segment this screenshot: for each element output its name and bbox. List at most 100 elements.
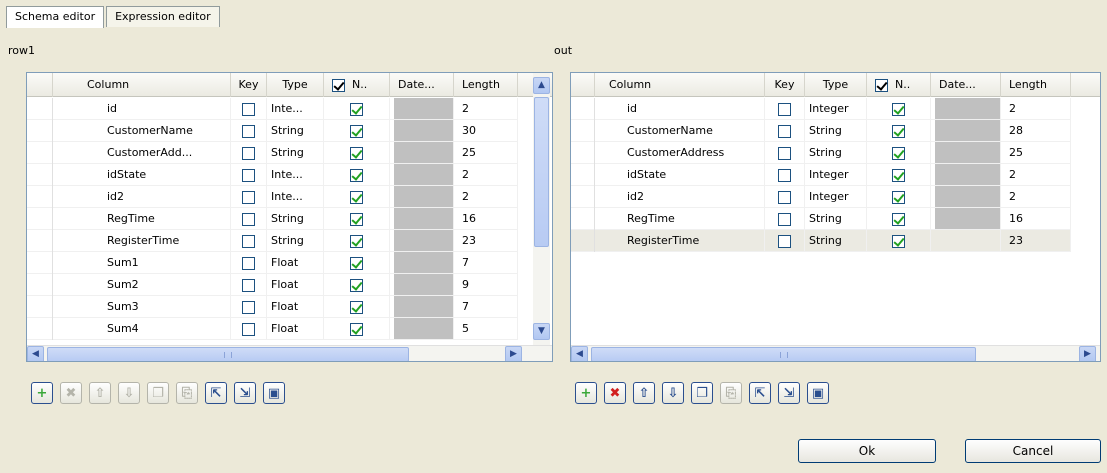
cell-key[interactable]	[231, 318, 267, 340]
cell-date-pattern[interactable]	[931, 186, 1001, 208]
cell-date-pattern[interactable]	[390, 142, 454, 164]
table-row[interactable]: id2 Inte... 2	[27, 186, 518, 208]
row-selector[interactable]	[571, 230, 595, 252]
scroll-left-icon[interactable]: ◀	[27, 346, 44, 361]
table-row[interactable]: id2 Integer 2	[571, 186, 1071, 208]
row-selector[interactable]	[27, 208, 53, 230]
left-schema-table[interactable]: Column Key Type N.. Date... Length id Int…	[26, 72, 553, 362]
cell-column-name[interactable]: idState	[53, 164, 231, 186]
cell-key[interactable]	[231, 230, 267, 252]
cell-length[interactable]: 2	[454, 164, 518, 186]
key-checkbox[interactable]	[242, 124, 255, 138]
cell-column-name[interactable]: Sum1	[53, 252, 231, 274]
cell-key[interactable]	[765, 120, 805, 142]
cell-length[interactable]: 5	[454, 318, 518, 340]
right-schema-table[interactable]: Column Key Type N.. Date... Length id Int…	[570, 72, 1101, 362]
table-row[interactable]: RegisterTime String 23	[571, 230, 1071, 252]
cell-length[interactable]: 2	[454, 186, 518, 208]
key-checkbox[interactable]	[778, 124, 791, 138]
tab-expression-editor[interactable]: Expression editor	[106, 6, 220, 28]
row-selector[interactable]	[571, 186, 595, 208]
cell-type[interactable]: String	[805, 142, 867, 164]
move-down-button[interactable]: ⇩	[662, 382, 684, 404]
cell-nullable[interactable]	[324, 252, 390, 274]
cell-type[interactable]: Float	[267, 296, 324, 318]
nullable-checkbox[interactable]	[892, 168, 905, 182]
key-checkbox[interactable]	[242, 146, 255, 160]
cell-date-pattern[interactable]	[390, 186, 454, 208]
cell-key[interactable]	[231, 98, 267, 120]
cell-column-name[interactable]: CustomerName	[53, 120, 231, 142]
nullable-checkbox[interactable]	[892, 234, 905, 248]
cell-type[interactable]: Float	[267, 274, 324, 296]
cell-type[interactable]: String	[805, 208, 867, 230]
copy-button[interactable]: ❐	[691, 382, 713, 404]
cancel-button[interactable]: Cancel	[965, 439, 1101, 463]
row-selector[interactable]	[27, 164, 53, 186]
cell-nullable[interactable]	[867, 230, 931, 252]
cell-length[interactable]: 28	[1001, 120, 1071, 142]
cell-column-name[interactable]: id2	[595, 186, 765, 208]
header-nullable[interactable]: N..	[867, 73, 931, 97]
left-vertical-scrollbar[interactable]: ▲ ▼	[533, 73, 550, 345]
cell-column-name[interactable]: CustomerAdd...	[53, 142, 231, 164]
row-selector[interactable]	[571, 142, 595, 164]
remove-row-button[interactable]: ✖	[60, 382, 82, 404]
row-selector[interactable]	[571, 120, 595, 142]
cell-type[interactable]: String	[805, 120, 867, 142]
table-row[interactable]: RegisterTime String 23	[27, 230, 518, 252]
header-type[interactable]: Type	[805, 73, 867, 97]
cell-column-name[interactable]: RegTime	[53, 208, 231, 230]
tab-schema-editor[interactable]: Schema editor	[6, 6, 105, 28]
cell-type[interactable]: Integer	[805, 98, 867, 120]
cell-type[interactable]: String	[267, 120, 324, 142]
nullable-checkbox[interactable]	[892, 190, 905, 204]
right-hscroll-thumb[interactable]	[591, 347, 976, 361]
cell-key[interactable]	[765, 208, 805, 230]
nullable-checkbox[interactable]	[892, 102, 905, 116]
table-row[interactable]: idState Inte... 2	[27, 164, 518, 186]
cell-column-name[interactable]: RegisterTime	[53, 230, 231, 252]
row-selector[interactable]	[27, 230, 53, 252]
table-row[interactable]: CustomerName String 30	[27, 120, 518, 142]
nullable-all-checkbox[interactable]	[332, 78, 345, 92]
cell-key[interactable]	[231, 164, 267, 186]
cell-column-name[interactable]: id	[53, 98, 231, 120]
header-date-pattern[interactable]: Date...	[931, 73, 1001, 97]
nullable-checkbox[interactable]	[350, 322, 363, 336]
cell-nullable[interactable]	[324, 98, 390, 120]
cell-length[interactable]: 9	[454, 274, 518, 296]
nullable-checkbox[interactable]	[350, 278, 363, 292]
cell-type[interactable]: String	[267, 208, 324, 230]
add-row-button[interactable]: +	[575, 382, 597, 404]
import-schema-button[interactable]: ⇱	[749, 382, 771, 404]
cell-nullable[interactable]	[867, 164, 931, 186]
cell-nullable[interactable]	[324, 296, 390, 318]
nullable-checkbox[interactable]	[892, 124, 905, 138]
cell-type[interactable]: Integer	[805, 164, 867, 186]
key-checkbox[interactable]	[778, 190, 791, 204]
row-selector[interactable]	[27, 296, 53, 318]
row-selector[interactable]	[571, 164, 595, 186]
cell-key[interactable]	[231, 120, 267, 142]
cell-column-name[interactable]: CustomerAddress	[595, 142, 765, 164]
paste-button[interactable]: ⎘	[176, 382, 198, 404]
cell-date-pattern[interactable]	[390, 208, 454, 230]
cell-length[interactable]: 16	[1001, 208, 1071, 230]
cell-nullable[interactable]	[324, 120, 390, 142]
key-checkbox[interactable]	[242, 300, 255, 314]
table-row[interactable]: CustomerAdd... String 25	[27, 142, 518, 164]
cell-key[interactable]	[231, 274, 267, 296]
cell-date-pattern[interactable]	[390, 274, 454, 296]
cell-type[interactable]: Float	[267, 252, 324, 274]
cell-date-pattern[interactable]	[931, 164, 1001, 186]
ok-button[interactable]: Ok	[798, 439, 936, 463]
cell-date-pattern[interactable]	[390, 318, 454, 340]
nullable-checkbox[interactable]	[350, 256, 363, 270]
paste-button[interactable]: ⎘	[720, 382, 742, 404]
table-row[interactable]: RegTime String 16	[27, 208, 518, 230]
key-checkbox[interactable]	[778, 146, 791, 160]
cell-length[interactable]: 2	[1001, 164, 1071, 186]
table-row[interactable]: Sum4 Float 5	[27, 318, 518, 340]
cell-column-name[interactable]: id2	[53, 186, 231, 208]
